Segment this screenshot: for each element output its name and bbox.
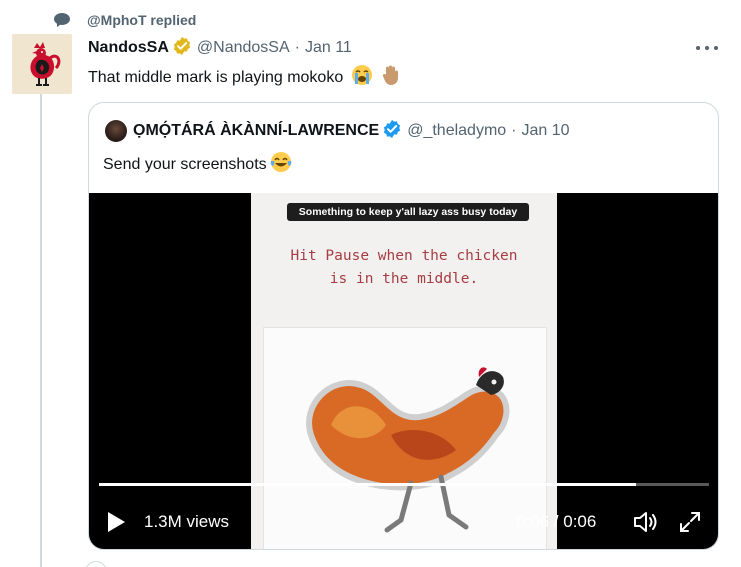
raised-hand-icon — [380, 64, 402, 93]
verified-business-badge-icon — [172, 36, 192, 61]
video-progress-fill — [99, 483, 636, 486]
thread-line — [40, 44, 42, 567]
quoted-author-name[interactable]: ỌMỌ́TÁRÁ ÀKÀNNÍ-LAWRENCE — [133, 122, 379, 140]
author-name[interactable]: NandosSA — [88, 39, 169, 57]
video-time: 0:06 / 0:06 — [516, 512, 597, 531]
nandos-logo-icon — [12, 34, 72, 94]
quoted-tweet-date[interactable]: Jan 10 — [522, 122, 570, 140]
video-controls: 1.3M views 0:06 / 0:06 — [89, 503, 718, 541]
quoted-avatar[interactable] — [105, 120, 127, 142]
next-tweet-avatar[interactable] — [85, 561, 107, 567]
quoted-tweet-card[interactable]: ỌMỌ́TÁRÁ ÀKÀNNÍ-LAWRENCE @_theladymo · J… — [88, 102, 719, 550]
header-separator: · — [294, 39, 300, 56]
video-player[interactable]: Something to keep y'all lazy ass busy to… — [89, 193, 718, 549]
quoted-tweet-text: Send your screenshots — [103, 151, 292, 178]
replied-context-text[interactable]: @MphoT replied — [87, 12, 196, 28]
volume-icon[interactable] — [633, 511, 659, 538]
quoted-header-separator: · — [511, 122, 517, 139]
more-options-icon[interactable] — [696, 38, 718, 58]
loudly-crying-face-icon — [351, 64, 373, 93]
video-views: 1.3M views — [144, 512, 230, 531]
tweet-text: That middle mark is playing mokoko — [88, 64, 402, 93]
quoted-tweet-header: ỌMỌ́TÁRÁ ÀKÀNNÍ-LAWRENCE @_theladymo · J… — [105, 119, 570, 144]
quoted-tweet-text-content: Send your screenshots — [103, 156, 267, 173]
video-banner-text: Something to keep y'all lazy ass busy to… — [287, 203, 529, 221]
face-with-tears-of-joy-icon — [270, 151, 292, 178]
video-instruction: Hit Pause when the chicken is in the mid… — [251, 245, 557, 291]
fullscreen-icon[interactable] — [679, 511, 701, 538]
quoted-author-handle[interactable]: @_theladymo — [407, 122, 506, 140]
video-progress-bar[interactable] — [99, 483, 709, 486]
verified-badge-icon — [382, 119, 402, 144]
video-frame: Something to keep y'all lazy ass busy to… — [251, 193, 557, 549]
video-instruction-line2: is in the middle. — [329, 271, 479, 287]
avatar[interactable] — [12, 34, 72, 94]
social-context: @MphoT replied — [53, 10, 196, 30]
tweet-date[interactable]: Jan 11 — [305, 39, 352, 57]
reply-bubble-icon — [53, 12, 71, 28]
tweet-header: NandosSA @NandosSA · Jan 11 — [88, 36, 352, 61]
video-instruction-line1: Hit Pause when the chicken — [290, 248, 518, 264]
play-icon[interactable] — [105, 511, 127, 538]
tweet-text-content: That middle mark is playing mokoko — [88, 69, 344, 86]
author-handle[interactable]: @NandosSA — [197, 39, 290, 57]
